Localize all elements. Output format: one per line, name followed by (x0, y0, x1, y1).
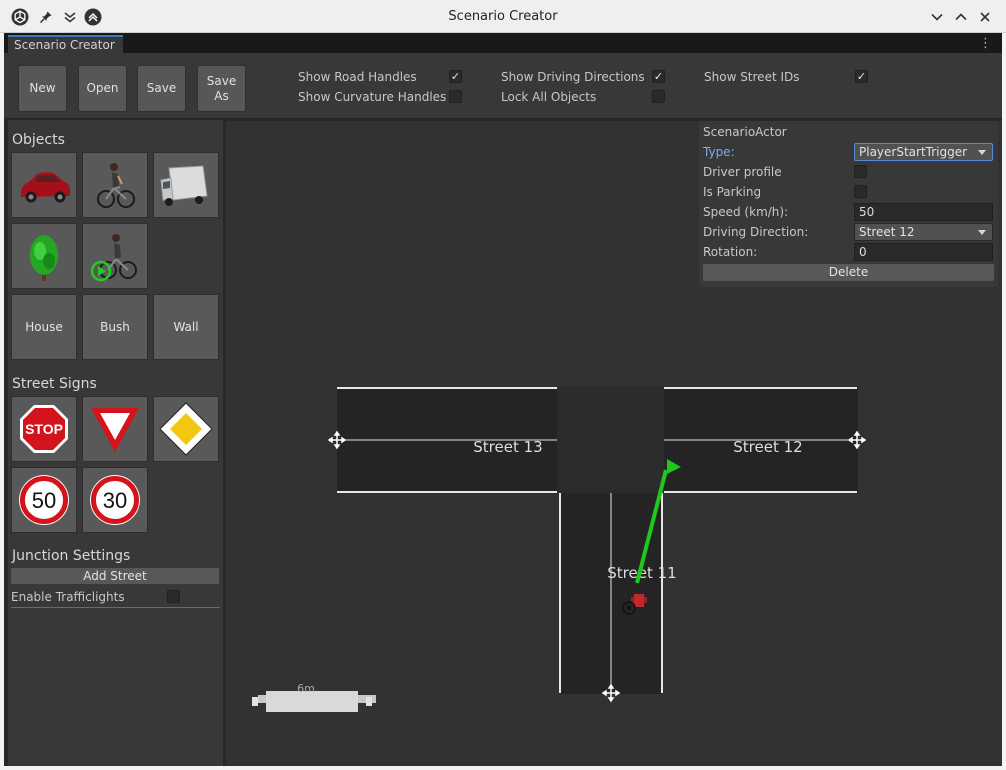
save-button[interactable]: Save (137, 65, 186, 112)
show-curvature-handles-label: Show Curvature Handles (298, 90, 447, 104)
junction-divider (11, 607, 220, 608)
speed-limit-50-button[interactable]: 50 (11, 467, 77, 533)
priority-road-sign-icon (159, 402, 213, 456)
save-as-button[interactable]: Save As (197, 65, 246, 112)
scale-label: 6m (297, 682, 315, 695)
show-driving-directions-checkbox[interactable]: ✓ (652, 70, 665, 83)
editor-window: Scenario Creator ⋮ New Open Save Save As… (4, 33, 1002, 766)
lock-all-objects-label: Lock All Objects (501, 90, 597, 104)
driving-direction-value: Street 12 (859, 225, 915, 239)
rotation-input[interactable]: 0 (854, 243, 993, 261)
priority-road-sign-button[interactable] (153, 396, 219, 462)
maximize-button[interactable] (952, 8, 970, 26)
type-label: Type: (703, 145, 735, 159)
new-button[interactable]: New (18, 65, 67, 112)
yield-sign-button[interactable] (82, 396, 148, 462)
cyclist-start-icon (90, 234, 137, 282)
wall-object-button[interactable]: Wall (153, 294, 219, 360)
enable-trafficlights-label: Enable Trafficlights (11, 590, 125, 604)
enable-trafficlights-checkbox[interactable] (167, 590, 180, 603)
close-button[interactable] (976, 8, 994, 26)
speed-label: Speed (km/h): (703, 205, 789, 219)
add-street-button[interactable]: Add Street (11, 568, 219, 584)
speed-limit-30-icon: 30 (90, 475, 140, 525)
stop-sign-icon: STOP (20, 405, 68, 453)
yield-sign-icon (91, 408, 139, 452)
tab-scenario-creator[interactable]: Scenario Creator (8, 35, 123, 53)
is-parking-label: Is Parking (703, 185, 762, 199)
tab-strip: Scenario Creator ⋮ (4, 33, 1002, 53)
driver-profile-checkbox[interactable] (854, 165, 867, 178)
type-dropdown-value: PlayerStartTrigger (859, 145, 968, 159)
tree-object-button[interactable] (11, 223, 77, 289)
driving-direction-dropdown[interactable]: Street 12 (854, 223, 993, 241)
save-as-line2: As (214, 88, 229, 103)
save-as-line1: Save (206, 73, 237, 88)
is-parking-checkbox[interactable] (854, 185, 867, 198)
show-driving-directions-label: Show Driving Directions (501, 70, 645, 84)
open-button[interactable]: Open (78, 65, 127, 112)
street-12-label: Street 12 (733, 438, 802, 456)
palette-panel: Objects House Bush Wall Street Signs STO… (8, 120, 223, 766)
cyclist-object-button[interactable] (82, 152, 148, 218)
more-options-icon[interactable]: ⋮ (979, 36, 992, 51)
scale-bar: 6m (252, 682, 376, 712)
show-street-ids-label: Show Street IDs (704, 70, 800, 84)
speed-limit-30-text: 30 (103, 488, 127, 513)
actor-inspector: ScenarioActor Type: PlayerStartTrigger D… (699, 121, 998, 287)
junction-settings-heading: Junction Settings (12, 548, 131, 564)
junction-area[interactable] (557, 386, 664, 493)
type-dropdown[interactable]: PlayerStartTrigger (854, 143, 993, 161)
house-object-button[interactable]: House (11, 294, 77, 360)
toolbar: New Open Save Save As Show Road Handles … (4, 53, 1002, 119)
truck-object-button[interactable] (153, 152, 219, 218)
show-road-handles-checkbox[interactable]: ✓ (449, 70, 462, 83)
speed-limit-50-text: 50 (32, 488, 56, 513)
car-object-button[interactable] (11, 152, 77, 218)
driver-profile-label: Driver profile (703, 165, 782, 179)
chevron-down-icon (978, 230, 986, 235)
speed-limit-30-button[interactable]: 30 (82, 467, 148, 533)
objects-heading: Objects (12, 132, 65, 148)
cyclist-start-object-button[interactable] (82, 223, 148, 289)
window-title: Scenario Creator (448, 9, 558, 24)
show-curvature-handles-checkbox[interactable] (449, 90, 462, 103)
speed-limit-50-icon: 50 (19, 475, 69, 525)
rotation-label: Rotation: (703, 245, 758, 259)
speed-input[interactable]: 50 (854, 203, 993, 221)
inspector-header: ScenarioActor (703, 125, 787, 139)
delete-button[interactable]: Delete (703, 264, 994, 281)
stop-sign-text: STOP (25, 421, 63, 437)
car-icon (21, 172, 70, 203)
show-road-handles-label: Show Road Handles (298, 70, 417, 84)
window-titlebar: Scenario Creator (0, 0, 1006, 33)
street-13-label: Street 13 (473, 438, 542, 456)
show-street-ids-checkbox[interactable]: ✓ (855, 70, 868, 83)
lock-all-objects-checkbox[interactable] (652, 90, 665, 103)
stop-sign-button[interactable]: STOP (11, 396, 77, 462)
minimize-button[interactable] (928, 8, 946, 26)
chevron-down-icon (978, 150, 986, 155)
bush-object-button[interactable]: Bush (82, 294, 148, 360)
street-signs-heading: Street Signs (12, 376, 97, 392)
tree-icon (30, 235, 58, 281)
cyclist-icon (97, 163, 135, 208)
driving-direction-label: Driving Direction: (703, 225, 809, 239)
truck-icon (160, 165, 208, 206)
